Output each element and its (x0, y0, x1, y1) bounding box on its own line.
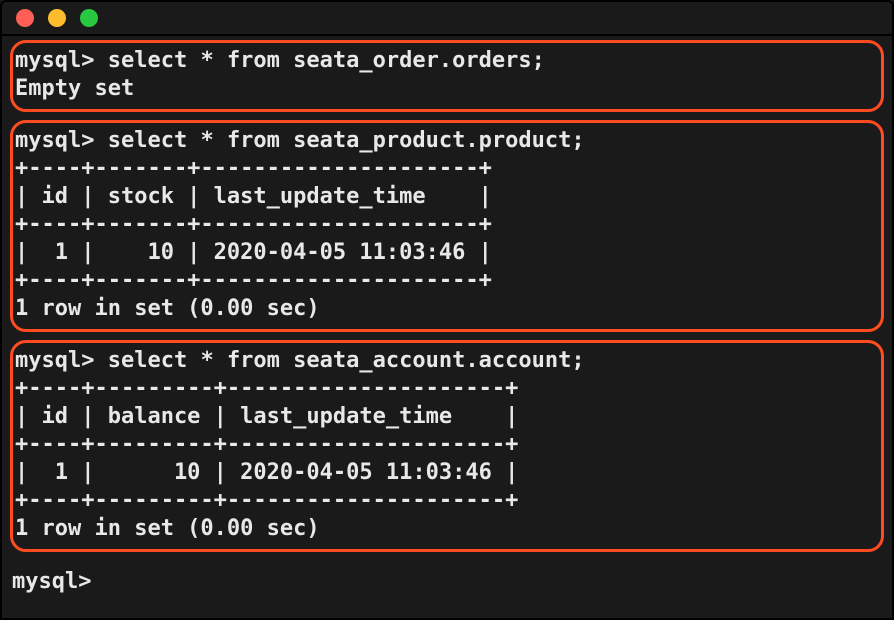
table-border: +----+-------+---------------------+ (15, 267, 875, 295)
result-empty: Empty set (15, 75, 875, 103)
query-text: select * from seata_order.orders; (108, 48, 545, 73)
prompt: mysql> (12, 569, 91, 594)
prompt: mysql> (15, 48, 94, 73)
table-header: | id | stock | last_update_time | (15, 183, 875, 211)
query-text: select * from seata_account.account; (108, 348, 585, 373)
table-border: +----+---------+---------------------+ (15, 375, 875, 403)
table-row: | 1 | 10 | 2020-04-05 11:03:46 | (15, 239, 875, 267)
table-header: | id | balance | last_update_time | (15, 403, 875, 431)
table-row: | 1 | 10 | 2020-04-05 11:03:46 | (15, 459, 875, 487)
highlight-box-product: mysql> select * from seata_product.produ… (10, 120, 884, 332)
highlight-box-orders: mysql> select * from seata_order.orders;… (10, 40, 884, 112)
query-text: select * from seata_product.product; (108, 128, 585, 153)
query-line: mysql> select * from seata_account.accou… (15, 347, 875, 375)
table-border: +----+---------+---------------------+ (15, 487, 875, 515)
titlebar (2, 2, 892, 36)
prompt: mysql> (15, 128, 94, 153)
table-border: +----+-------+---------------------+ (15, 155, 875, 183)
maximize-icon[interactable] (80, 9, 98, 27)
terminal-body[interactable]: mysql> select * from seata_order.orders;… (2, 36, 892, 596)
query-line: mysql> select * from seata_order.orders; (15, 47, 875, 75)
terminal-window: mysql> select * from seata_order.orders;… (0, 0, 894, 620)
table-border: +----+-------+---------------------+ (15, 211, 875, 239)
minimize-icon[interactable] (48, 9, 66, 27)
result-summary: 1 row in set (0.00 sec) (15, 295, 875, 323)
table-border: +----+---------+---------------------+ (15, 431, 875, 459)
query-line: mysql> select * from seata_product.produ… (15, 127, 875, 155)
result-summary: 1 row in set (0.00 sec) (15, 515, 875, 543)
prompt-line[interactable]: mysql> (10, 568, 884, 596)
highlight-box-account: mysql> select * from seata_account.accou… (10, 340, 884, 552)
prompt: mysql> (15, 348, 94, 373)
close-icon[interactable] (16, 9, 34, 27)
